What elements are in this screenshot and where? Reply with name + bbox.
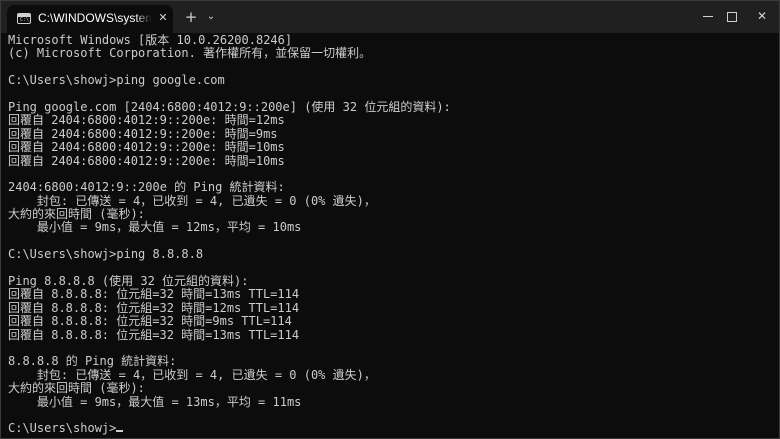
console-line: 回覆自 2404:6800:4012:9::200e: 時間=12ms <box>8 113 285 128</box>
console-line: C:\Users\showj>ping 8.8.8.8 <box>8 247 204 262</box>
new-tab-button[interactable]: + <box>183 7 199 27</box>
console-line: 最小值 = 9ms，最大值 = 13ms，平均 = 11ms <box>8 394 302 409</box>
title-bar[interactable]: C:\ C:\WINDOWS\system32\cmd.exe ✕ + ⌄ ✕ <box>1 1 779 33</box>
console-line: 回覆自 8.8.8.8: 位元組=32 時間=13ms TTL=114 <box>8 327 300 342</box>
console-line: 大約的來回時間 (毫秒): <box>8 381 145 396</box>
console-line: 最小值 = 9ms，最大值 = 12ms，平均 = 10ms <box>8 220 302 235</box>
console-line: 2404:6800:4012:9::200e 的 Ping 統計資料: <box>8 180 285 195</box>
dropdown-button[interactable]: ⌄ <box>203 7 219 27</box>
console-line: 回覆自 2404:6800:4012:9::200e: 時間=10ms <box>8 153 285 168</box>
console-line: C:\Users\showj>ping google.com <box>8 73 225 88</box>
text-cursor <box>116 430 124 433</box>
console-output[interactable]: Microsoft Windows [版本 10.0.26200.8246] (c… <box>8 34 778 438</box>
console-line: 回覆自 8.8.8.8: 位元組=32 時間=13ms TTL=114 <box>8 287 300 302</box>
console-line: 回覆自 8.8.8.8: 位元組=32 時間=9ms TTL=114 <box>8 314 292 329</box>
tab-cmd[interactable]: C:\ C:\WINDOWS\system32\cmd.exe ✕ <box>7 5 173 33</box>
terminal-icon: C:\ <box>17 13 31 24</box>
console-line: (c) Microsoft Corporation. 著作權所有，並保留一切權利… <box>8 46 372 61</box>
close-icon: ✕ <box>756 9 768 23</box>
console-line: C:\Users\showj> <box>8 421 778 435</box>
console-line: 回覆自 2404:6800:4012:9::200e: 時間=10ms <box>8 140 285 155</box>
maximize-icon <box>727 12 737 22</box>
console-line: Microsoft Windows [版本 10.0.26200.8246] <box>8 34 293 47</box>
console-line: 回覆自 2404:6800:4012:9::200e: 時間=9ms <box>8 126 278 141</box>
tab-close-button[interactable]: ✕ <box>156 10 170 26</box>
close-button[interactable]: ✕ <box>739 1 780 32</box>
console-line: 8.8.8.8 的 Ping 統計資料: <box>8 354 177 369</box>
terminal-window: C:\ C:\WINDOWS\system32\cmd.exe ✕ + ⌄ ✕ … <box>0 0 780 439</box>
tab-title: C:\WINDOWS\system32\cmd.exe <box>38 11 152 25</box>
console-line: Ping google.com [2404:6800:4012:9::200e]… <box>8 99 451 114</box>
